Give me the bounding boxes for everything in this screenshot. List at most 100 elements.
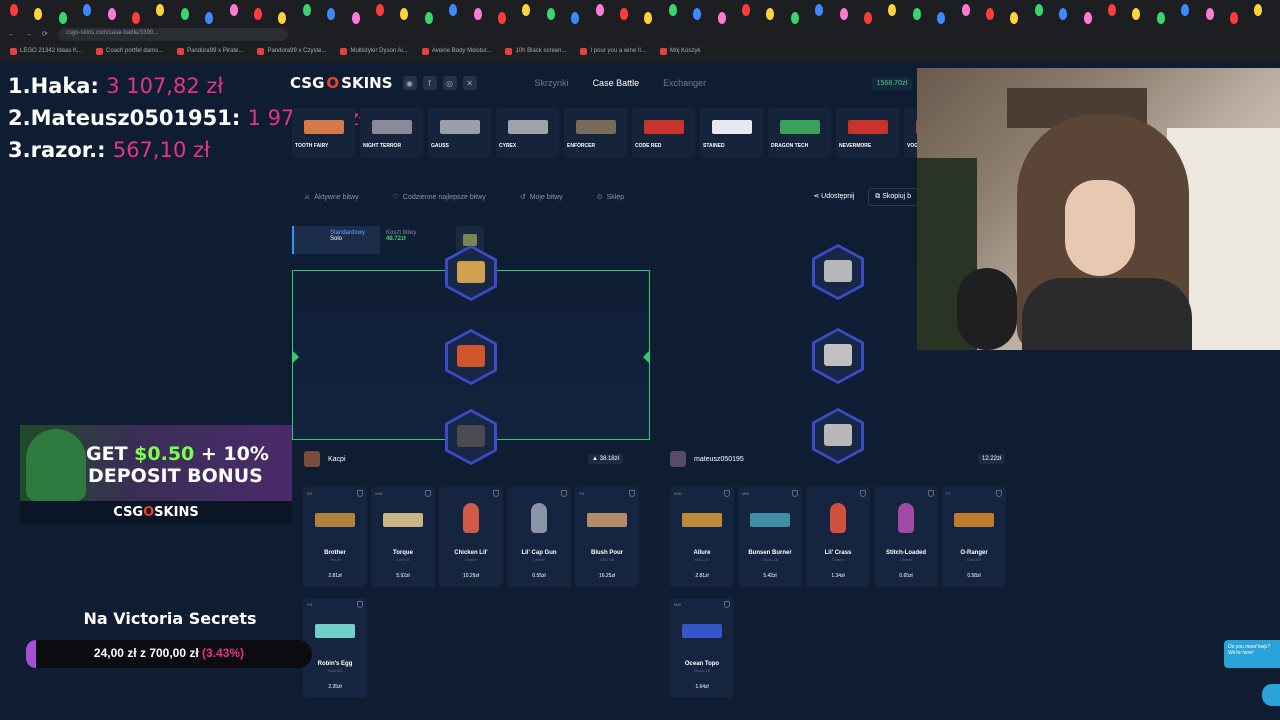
forward-icon[interactable]: →	[25, 31, 32, 38]
shield-icon	[724, 601, 730, 608]
bookmark-item[interactable]: Pandora99 x Pirate...	[177, 47, 243, 55]
item-image	[315, 513, 355, 527]
light-bulb	[668, 4, 677, 16]
reel-item	[812, 328, 864, 384]
won-item-card[interactable]: MW Bunsen Burner Glock-18 5.42zł	[738, 487, 802, 587]
chat-icon[interactable]	[1262, 684, 1280, 706]
bookmark-item[interactable]: I pour you a wine Il...	[580, 47, 646, 55]
won-item-card[interactable]: FN Blush Pour SSG 08 16.25zł	[575, 487, 639, 587]
item-type: Charm	[831, 557, 844, 562]
discord-icon[interactable]: ◉	[402, 76, 417, 90]
item-type: USP-S	[396, 557, 410, 562]
item-price: 10.29zł	[462, 573, 480, 579]
nav-exchanger[interactable]: Exchanger	[663, 78, 706, 88]
light-bulb	[766, 8, 775, 20]
won-item-card[interactable]: FT O-Ranger Galil AR 0.58zł	[942, 487, 1006, 587]
drop-item[interactable]: ENFORCER	[564, 108, 627, 158]
drop-item[interactable]: DRAGON TECH	[768, 108, 831, 158]
bookmark-item[interactable]: Coach portfel dams...	[96, 47, 163, 55]
wallet-balance[interactable]: 1568.70zł	[871, 76, 912, 90]
tab-daily-best[interactable]: ♡ Codzienne najlepsze bitwy	[381, 193, 486, 202]
won-item-card[interactable]: Stitch-Loaded Charm 0.65zł	[874, 487, 938, 587]
instagram-icon[interactable]: ◎	[442, 76, 457, 90]
url-input[interactable]: csgo-skins.com/case-battle/3390...	[57, 27, 288, 41]
battle-mode-info: Standardowy Solo Koszt bitwy 48.72zł	[292, 226, 484, 254]
share-button[interactable]: ⋖ Udostępnij	[807, 188, 860, 206]
promo-banner[interactable]: GET $0.50 + 10% DEPOSIT BONUS CSGOSKINS	[20, 425, 292, 523]
item-type: SSG 08	[599, 557, 614, 562]
battle-cost: Koszt bitwy 48.72zł	[386, 226, 450, 254]
won-item-card[interactable]: MW Ocean Topo Glock-18 1.64zł	[670, 598, 734, 698]
live-drops-strip: TOOTH FAIRY NIGHT TERROR GAUSS CYREX ENFORCE…	[292, 108, 918, 158]
item-image	[954, 513, 994, 527]
light-bulb	[327, 8, 336, 20]
bookmark-item[interactable]: LEGO 21342 Ideas K...	[10, 47, 82, 55]
copy-link-button[interactable]: ⧉ Skopiuj b	[868, 188, 918, 206]
reload-icon[interactable]: ⟳	[42, 30, 48, 38]
drop-name: CYREX	[499, 143, 517, 149]
item-name: O-Ranger	[960, 550, 988, 556]
x-icon[interactable]: ✕	[462, 76, 477, 90]
player-name[interactable]: Kacpi	[328, 456, 346, 463]
item-name: Lil' Crass	[824, 550, 852, 556]
back-icon[interactable]: ←	[8, 31, 15, 38]
shield-icon	[629, 490, 635, 497]
drop-item[interactable]: VOGUE	[904, 108, 918, 158]
light-bulb	[912, 8, 921, 20]
bookmark-item[interactable]: Moj Koszyk	[659, 47, 701, 55]
won-item-card[interactable]: BS Brother Tec-9 2.81zł	[303, 487, 367, 587]
light-bulb	[522, 4, 531, 16]
drop-item[interactable]: STAINED	[700, 108, 763, 158]
nav-case-battle[interactable]: Case Battle	[593, 78, 640, 88]
light-bulb	[1156, 12, 1165, 24]
won-item-card[interactable]: FN Robin's Egg Galil AR 2.35zł	[303, 598, 367, 698]
christmas-lights-decoration	[0, 0, 1280, 26]
bookmark-item[interactable]: 10h Black screen...	[505, 47, 566, 55]
drop-item[interactable]: CYREX	[496, 108, 559, 158]
player-name[interactable]: mateusz050195	[694, 456, 744, 463]
bookmark-item[interactable]: Pandora99 x Czyste...	[257, 47, 326, 55]
tab-shop[interactable]: ⊙ Sklep	[585, 193, 624, 202]
light-bulb	[400, 8, 409, 20]
light-bulb	[790, 12, 799, 24]
drop-skin-image	[304, 120, 344, 134]
nav-cases[interactable]: Skrzynki	[535, 78, 569, 88]
drop-item[interactable]: NEVERMORE	[836, 108, 899, 158]
player-1-header: Kacpi	[304, 450, 346, 468]
item-type: Galil AR	[327, 668, 343, 673]
bookmark-favicon-icon	[421, 47, 429, 55]
shield-icon	[724, 490, 730, 497]
drop-skin-image	[848, 120, 888, 134]
drop-item[interactable]: TOOTH FAIRY	[292, 108, 355, 158]
item-name: Bunsen Burner	[748, 550, 792, 556]
won-item-card[interactable]: WW Allure MAC-10 2.81zł	[670, 487, 734, 587]
bookmark-item[interactable]: Multistyler Dyson Ai...	[340, 47, 408, 55]
shield-icon	[357, 601, 363, 608]
facebook-icon[interactable]: f	[422, 76, 437, 90]
won-item-card[interactable]: Lil' Cap Gun Charm 0.55zł	[507, 487, 571, 587]
won-item-card[interactable]: Chicken Lil' Charm 10.29zł	[439, 487, 503, 587]
item-wear: FN	[579, 491, 585, 496]
light-bulb	[473, 8, 482, 20]
site-logo[interactable]: CSG O SKINS	[290, 74, 393, 92]
bookmark-item[interactable]: Aveine Body Moistur...	[421, 47, 491, 55]
tab-my-battles[interactable]: ↺ Moje bitwy	[508, 193, 563, 202]
tab-active-battles[interactable]: ⚔ Aktywne bitwy	[292, 193, 359, 202]
won-item-card[interactable]: WW Torque USP-S 5.92zł	[371, 487, 435, 587]
item-price: 5.92zł	[396, 573, 410, 579]
drop-item[interactable]: NIGHT TERROR	[360, 108, 423, 158]
light-bulb	[132, 12, 140, 24]
drop-item[interactable]: GAUSS	[428, 108, 491, 158]
bookmark-favicon-icon	[340, 47, 348, 55]
light-bulb	[424, 12, 433, 24]
drop-item[interactable]: CODE RED	[632, 108, 695, 158]
light-bulb	[254, 8, 262, 20]
item-wear: MW	[742, 491, 750, 496]
mode-badge: Standardowy Solo	[292, 226, 380, 254]
main-nav: Skrzynki Case Battle Exchanger	[535, 78, 707, 88]
battle-subnav: ⚔ Aktywne bitwy ♡ Codzienne najlepsze bi…	[292, 186, 918, 208]
won-item-card[interactable]: Lil' Crass Charm 1.34zł	[806, 487, 870, 587]
item-image	[463, 503, 479, 533]
social-links: ◉ f ◎ ✕	[402, 76, 477, 90]
support-chat-bubble[interactable]: Do you need help? We're here!	[1224, 640, 1280, 668]
